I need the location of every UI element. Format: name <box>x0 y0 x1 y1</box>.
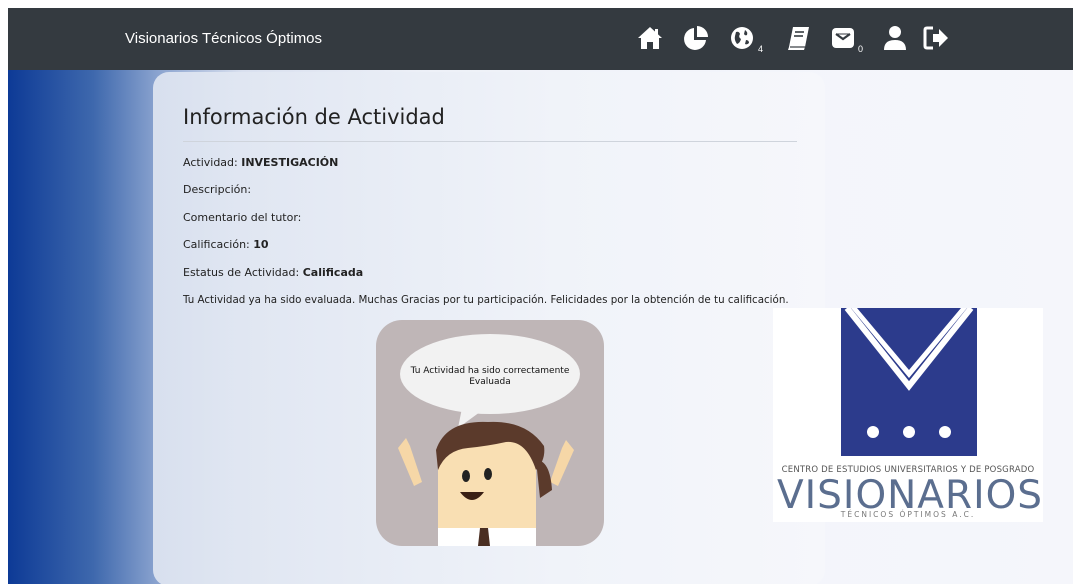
logo-tagline: TÉCNICOS ÓPTIMOS A.C. <box>840 510 976 519</box>
evaluation-message: Tu Actividad ya ha sido evaluada. Muchas… <box>183 294 789 306</box>
user-icon[interactable] <box>881 24 909 54</box>
visionarios-logo: CENTRO DE ESTUDIOS UNIVERSITARIOS Y DE P… <box>773 308 1043 522</box>
globe-icon[interactable] <box>728 24 756 54</box>
brand-title[interactable]: Visionarios Técnicos Óptimos <box>125 30 322 47</box>
grade-field: Calificación: 10 <box>183 238 269 251</box>
activity-card: Información de Actividad Actividad: INVE… <box>153 72 825 584</box>
activity-field: Actividad: INVESTIGACIÓN <box>183 156 338 169</box>
book-icon[interactable] <box>784 24 812 54</box>
title-divider <box>183 141 797 142</box>
logo-emblem <box>841 308 977 456</box>
status-label: Estatus de Actividad: <box>183 266 300 279</box>
page-title: Información de Actividad <box>183 105 445 129</box>
page-background: Visionarios Técnicos Óptimos 4 0 Informa… <box>8 8 1073 584</box>
description-label: Descripción: <box>183 183 252 196</box>
celebration-illustration: Tu Actividad ha sido correctamente Evalu… <box>376 320 604 546</box>
envelope-badge: 0 <box>858 44 864 54</box>
description-field: Descripción: <box>183 183 251 196</box>
top-navbar: Visionarios Técnicos Óptimos 4 0 <box>8 8 1073 70</box>
tutor-comment-label: Comentario del tutor: <box>183 211 302 224</box>
grade-value: 10 <box>253 238 269 251</box>
cheering-man-icon <box>398 421 574 546</box>
activity-value: INVESTIGACIÓN <box>241 156 339 169</box>
sign-out-icon[interactable] <box>922 24 950 54</box>
envelope-icon[interactable] <box>829 24 857 54</box>
status-field: Estatus de Actividad: Calificada <box>183 266 363 279</box>
globe-badge: 4 <box>758 44 764 54</box>
home-icon[interactable] <box>636 24 664 54</box>
pie-chart-icon[interactable] <box>682 24 710 54</box>
tutor-comment-field: Comentario del tutor: <box>183 211 301 224</box>
activity-label: Actividad: <box>183 156 238 169</box>
status-value: Calificada <box>302 266 364 279</box>
grade-label: Calificación: <box>183 238 250 251</box>
